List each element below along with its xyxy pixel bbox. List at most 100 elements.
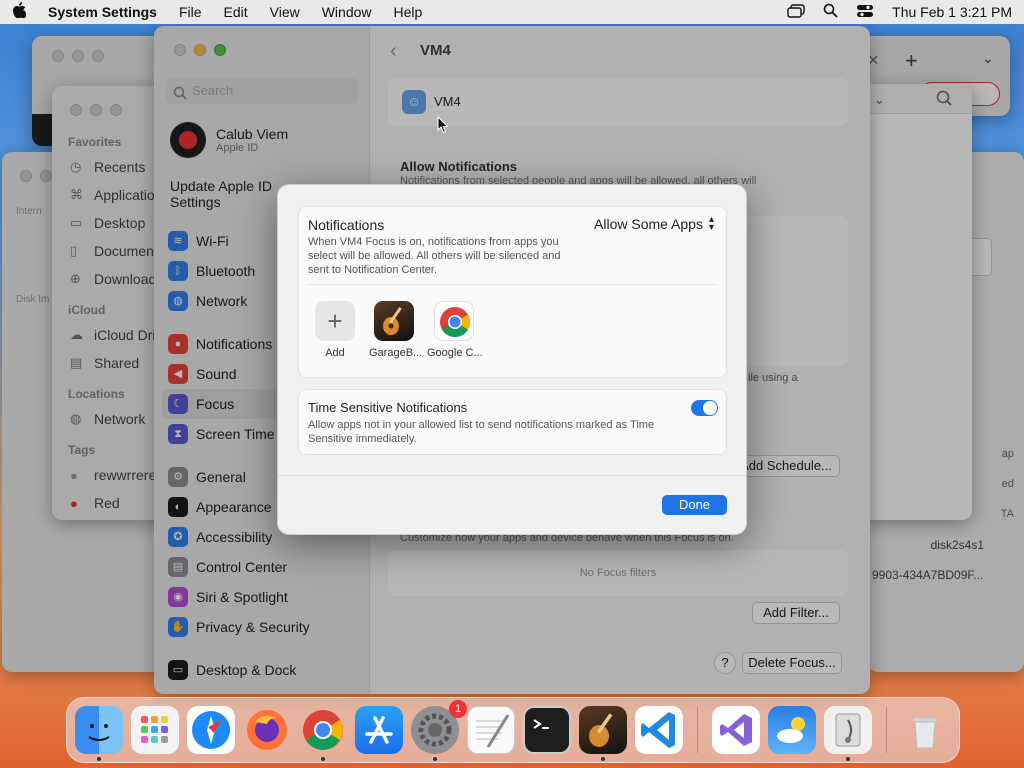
finder-item-label: rewwrrere — [94, 467, 157, 483]
back-chevron-icon[interactable]: ‹ — [390, 40, 397, 63]
sidebar-item-siri-spotlight[interactable]: ◉ Siri & Spotlight — [154, 582, 370, 612]
allowed-app-garageband[interactable]: GarageB... — [369, 301, 422, 359]
globe-icon: ◍ — [70, 411, 82, 426]
finder-item-label: Network — [94, 411, 146, 427]
sidebar-item-label: Desktop & Dock — [196, 662, 297, 678]
focus-icon: ☾ — [168, 394, 188, 414]
time-sensitive-description: Allow apps not in your allowed list to s… — [308, 419, 655, 445]
help-button[interactable]: ? — [714, 652, 736, 674]
app-store-dock-icon[interactable] — [355, 706, 403, 754]
screen-mirroring-icon[interactable] — [787, 3, 805, 21]
chevron-down-icon[interactable]: ⌄ — [874, 92, 885, 108]
user-subtitle: Apple ID — [216, 142, 259, 154]
menu-window[interactable]: Window — [322, 4, 372, 20]
disk-image-label: Disk Im — [16, 294, 50, 305]
disk-item: ed — [1001, 478, 1014, 490]
general-icon: ⚙ — [168, 467, 188, 487]
desktop-dock-icon: ▭ — [168, 660, 188, 680]
terminal-dock-icon[interactable] — [523, 706, 571, 754]
garageband-dock-icon[interactable] — [579, 706, 627, 761]
time-sensitive-toggle[interactable] — [691, 400, 718, 416]
finder-item-label: Downloads — [94, 271, 164, 287]
focus-header-card: ☺ VM4 — [388, 78, 848, 126]
avatar — [170, 122, 206, 158]
dock: 1 — [66, 697, 960, 763]
control-center-icon[interactable] — [856, 4, 874, 21]
sound-icon: ◀ — [168, 364, 188, 384]
allow-apps-popup[interactable]: Allow Some Apps ▴ ▾ — [594, 214, 714, 233]
menu-view[interactable]: View — [270, 4, 300, 20]
add-icon: + — [315, 301, 355, 341]
focus-name: VM4 — [434, 94, 461, 109]
sidebar-item-label: Siri & Spotlight — [196, 589, 288, 605]
sidebar-item-label: Appearance — [196, 499, 272, 515]
sidebar-item-label: Notifications — [196, 336, 273, 352]
search-icon[interactable] — [936, 90, 952, 109]
apple-id-row[interactable]: Calub Viem Apple ID — [170, 120, 360, 160]
applications-icon: ⌘ — [70, 187, 83, 202]
menu-edit[interactable]: Edit — [224, 4, 248, 20]
mouse-cursor-icon — [437, 115, 449, 137]
accessibility-icon: ✪ — [168, 527, 188, 547]
allow-notifications-heading: Allow Notifications — [400, 159, 517, 174]
settings-search-field[interactable]: Search — [166, 78, 358, 104]
spotlight-search-icon[interactable] — [823, 3, 838, 21]
notification-badge: 1 — [449, 700, 467, 718]
finder-dock-icon[interactable] — [75, 706, 123, 761]
visual-studio-dock-icon[interactable] — [712, 706, 760, 754]
menu-bar: System Settings File Edit View Window He… — [0, 0, 1024, 24]
toggle-knob — [703, 401, 717, 415]
disk-item: ap — [1001, 448, 1014, 460]
screen-time-icon: ⧗ — [168, 424, 188, 444]
sidebar-item-label: Control Center — [196, 559, 288, 575]
disk-identifier: disk2s4s1 — [930, 538, 984, 552]
cloud-icon: ☁ — [70, 327, 83, 342]
sidebar-item-label: Wi-Fi — [196, 233, 229, 249]
disk-uuid: 9903-434A7BD09F... — [872, 568, 984, 582]
notifications-card: Notifications When VM4 Focus is on, noti… — [298, 206, 727, 378]
disk-internal-label: Intern — [16, 206, 42, 217]
download-icon: ⊕ — [70, 271, 81, 286]
using-a-text: ile using a — [748, 372, 798, 384]
user-name: Calub Viem — [216, 126, 289, 142]
delete-focus-button[interactable]: Delete Focus... — [742, 652, 842, 674]
weather-dock-icon[interactable] — [768, 706, 816, 754]
sidebar-item-privacy-security[interactable]: ✋ Privacy & Security — [154, 612, 370, 642]
textedit-dock-icon[interactable] — [467, 706, 515, 754]
sidebar-item-control-center[interactable]: ▤ Control Center — [154, 552, 370, 582]
vscode-dock-icon[interactable] — [635, 706, 683, 754]
updown-chevron-icon: ▴ ▾ — [708, 214, 714, 233]
add-filter-button[interactable]: Add Filter... — [752, 602, 840, 624]
menu-file[interactable]: File — [179, 4, 202, 20]
allowed-app-chrome[interactable]: Google C... — [427, 301, 483, 359]
notifications-description: When VM4 Focus is on, notifications from… — [308, 236, 561, 276]
menu-help[interactable]: Help — [394, 4, 423, 20]
launchpad-dock-icon[interactable] — [131, 706, 179, 754]
add-schedule-button[interactable]: Add Schedule... — [732, 455, 840, 477]
notifications-title: Notifications — [308, 217, 385, 233]
app-label: Add — [325, 347, 345, 359]
privacy-security-icon: ✋ — [168, 617, 188, 637]
chevron-down-icon[interactable]: ⌄ — [982, 50, 994, 67]
document-icon: ▯ — [70, 243, 78, 258]
sidebar-item-label: Privacy & Security — [196, 619, 310, 635]
chrome-dock-icon[interactable] — [299, 706, 347, 761]
finder-item-label: Recents — [94, 159, 146, 175]
trash-dock-icon[interactable] — [901, 706, 949, 754]
apple-menu-icon[interactable] — [12, 1, 28, 23]
firefox-dock-icon[interactable] — [243, 706, 291, 754]
disk-utility-dock-icon[interactable] — [824, 706, 872, 761]
shared-folder-icon: ▤ — [70, 355, 83, 370]
sidebar-item-desktop-dock[interactable]: ▭ Desktop & Dock — [154, 655, 370, 685]
tag-dot-icon: ● — [70, 467, 78, 483]
done-button[interactable]: Done — [662, 495, 727, 515]
system-settings-dock-icon[interactable]: 1 — [411, 700, 467, 761]
garageband-icon — [374, 301, 414, 341]
menu-clock[interactable]: Thu Feb 1 3:21 PM — [892, 4, 1012, 20]
search-placeholder: Search — [192, 83, 234, 98]
add-app-button[interactable]: + Add — [314, 301, 356, 359]
safari-dock-icon[interactable] — [187, 706, 235, 754]
sidebar-item-label: Screen Time — [196, 426, 275, 442]
menu-app-name[interactable]: System Settings — [48, 4, 157, 20]
new-tab-icon[interactable]: + — [905, 48, 918, 74]
